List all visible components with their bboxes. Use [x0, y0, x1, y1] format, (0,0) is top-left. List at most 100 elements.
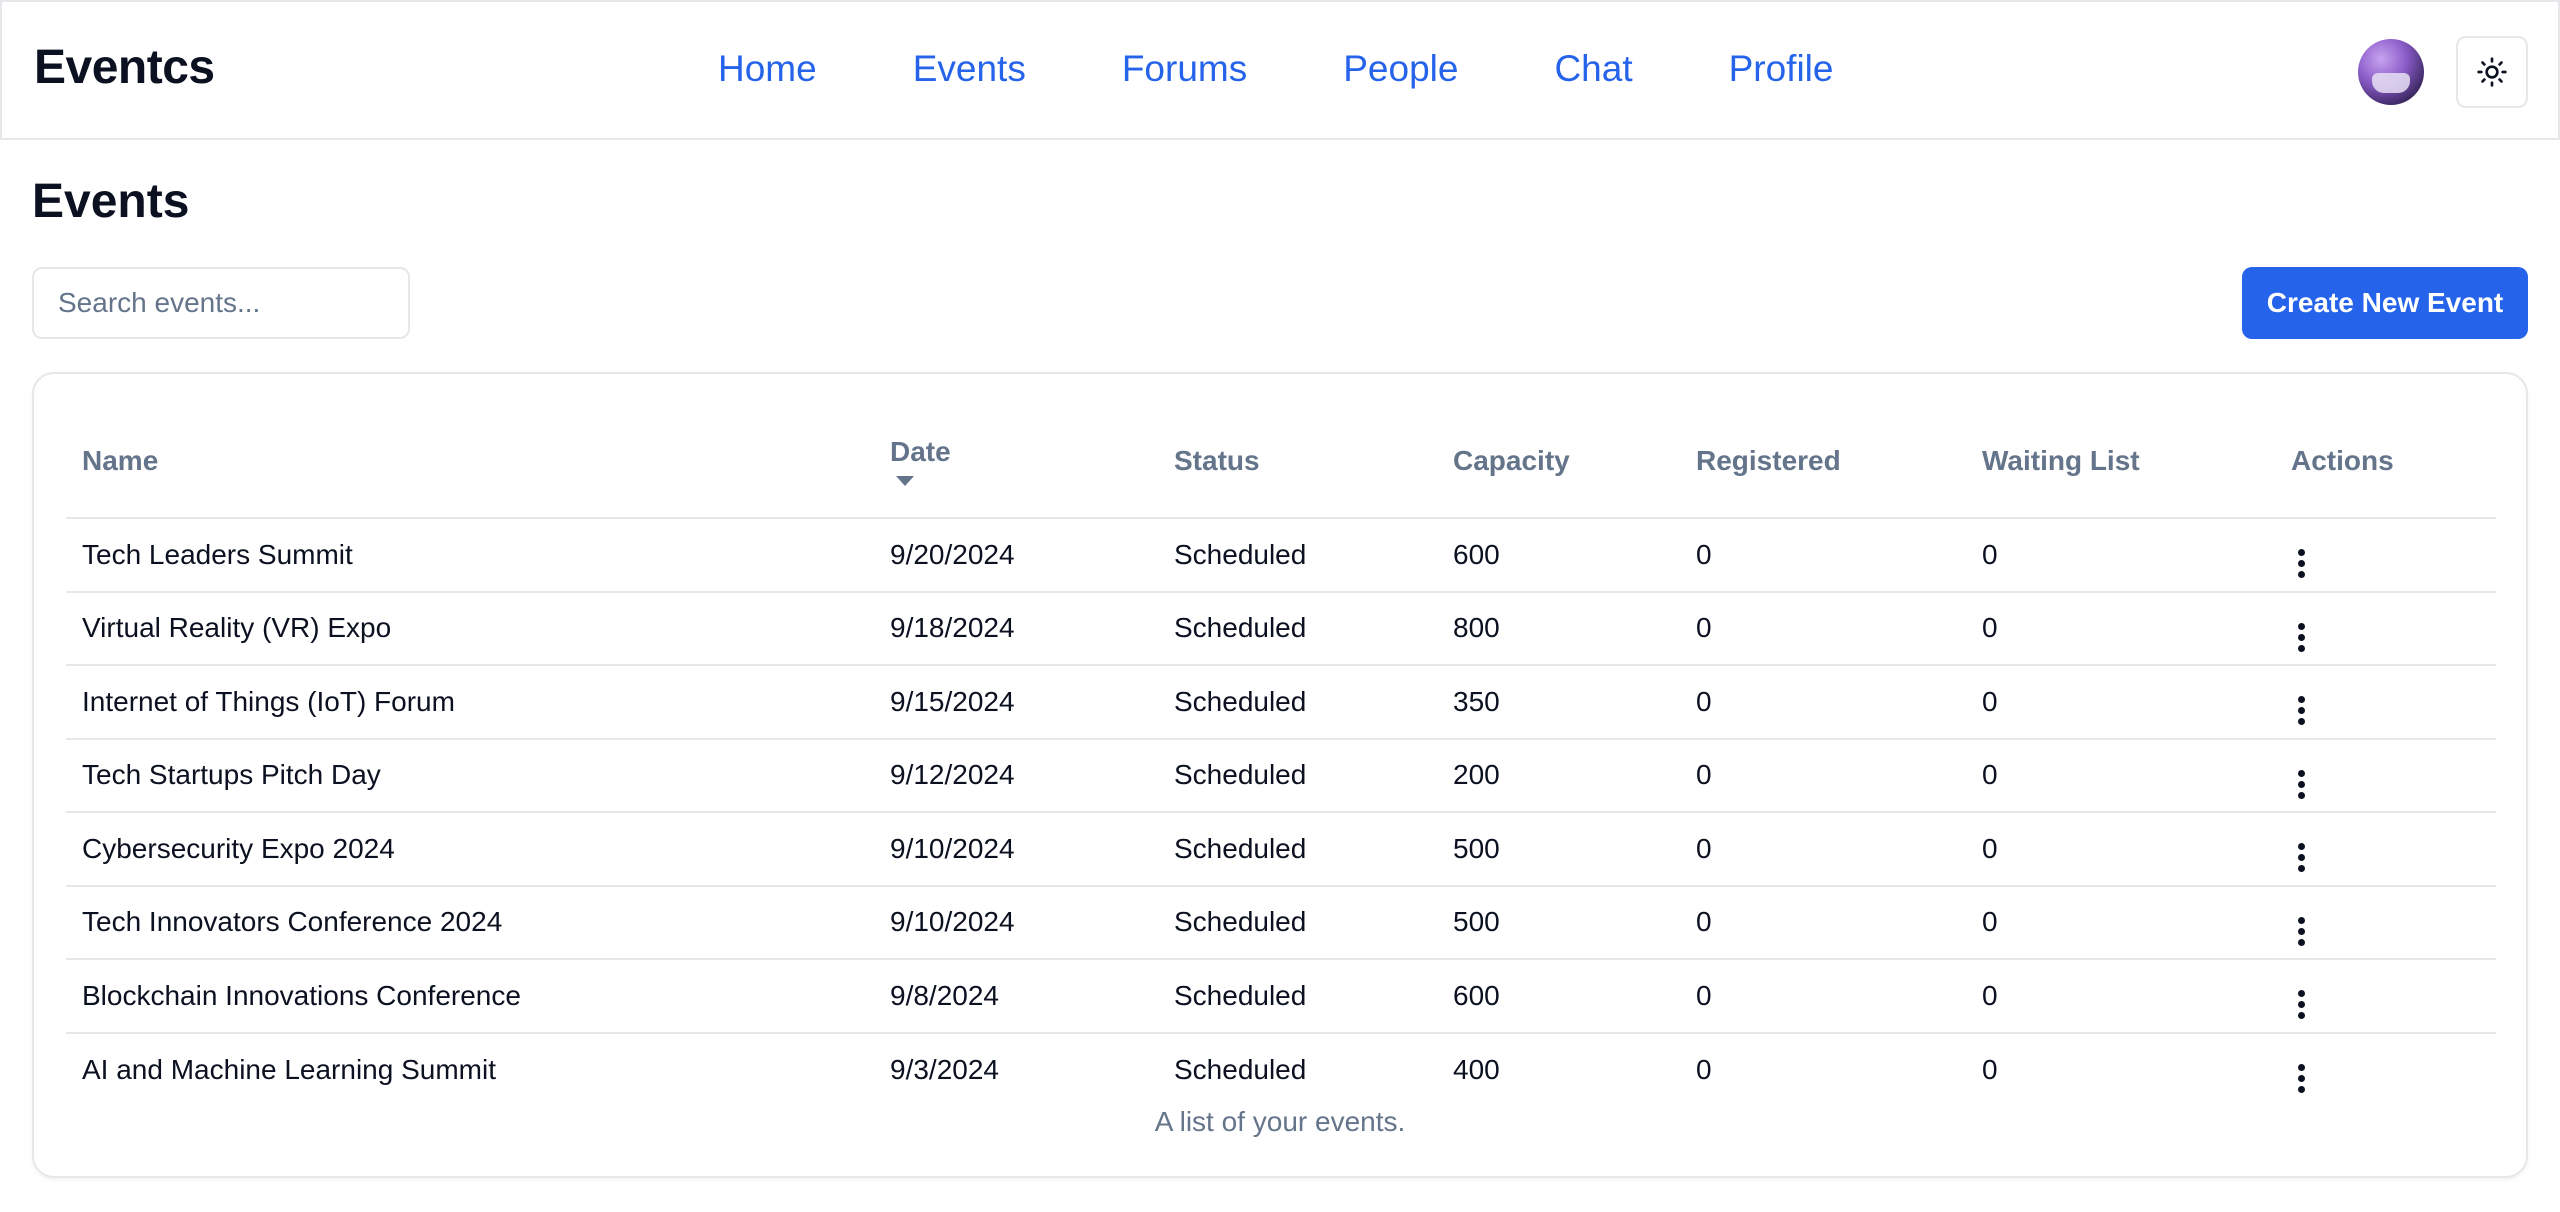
column-header-name[interactable]: Name [66, 404, 874, 519]
cell-actions [2275, 738, 2496, 813]
table-row: Cybersecurity Expo 2024 9/10/2024 Schedu… [66, 812, 2496, 887]
events-table: Name Date Status Capacity Registered Wai… [66, 404, 2496, 1106]
cell-waiting-list: 0 [1966, 591, 2275, 666]
cell-capacity: 600 [1437, 518, 1680, 593]
more-actions-icon[interactable] [2291, 769, 2311, 799]
cell-registered: 0 [1680, 959, 1966, 1034]
more-actions-icon[interactable] [2291, 990, 2311, 1020]
cell-date: 9/15/2024 [874, 665, 1158, 740]
cell-capacity: 200 [1437, 738, 1680, 813]
sort-descending-icon [896, 475, 914, 486]
cell-name: Tech Innovators Conference 2024 [66, 885, 874, 960]
cell-actions [2275, 518, 2496, 593]
column-header-capacity[interactable]: Capacity [1437, 404, 1680, 519]
cell-actions [2275, 591, 2496, 666]
column-header-date[interactable]: Date [874, 404, 1158, 519]
cell-registered: 0 [1680, 665, 1966, 740]
cell-status: Scheduled [1158, 959, 1437, 1034]
cell-date: 9/20/2024 [874, 518, 1158, 593]
column-header-date-label: Date [890, 435, 951, 467]
cell-capacity: 800 [1437, 591, 1680, 666]
nav-profile-link[interactable]: Profile [1729, 48, 1834, 90]
cell-registered: 0 [1680, 812, 1966, 887]
search-events-input[interactable] [32, 267, 410, 339]
cell-name: Tech Leaders Summit [66, 518, 874, 593]
cell-date: 9/10/2024 [874, 885, 1158, 960]
cell-name: Cybersecurity Expo 2024 [66, 812, 874, 887]
cell-status: Scheduled [1158, 518, 1437, 593]
theme-toggle-button[interactable] [2456, 36, 2528, 108]
cell-capacity: 350 [1437, 665, 1680, 740]
cell-actions [2275, 959, 2496, 1034]
main-nav: Home Events Forums People Chat Profile [718, 48, 1834, 90]
cell-waiting-list: 0 [1982, 1053, 1998, 1085]
table-row: AI and Machine Learning Summit 9/3/2024 … [66, 1033, 2496, 1107]
table-row: Virtual Reality (VR) Expo 9/18/2024 Sche… [66, 591, 2496, 666]
cell-capacity: 600 [1437, 959, 1680, 1034]
table-body: Tech Leaders Summit 9/20/2024 Scheduled … [66, 518, 2496, 1106]
cell-registered: 0 [1680, 738, 1966, 813]
more-actions-icon[interactable] [2291, 622, 2311, 652]
page-title: Events [32, 175, 190, 228]
nav-forums-link[interactable]: Forums [1122, 48, 1247, 90]
cell-status: Scheduled [1158, 591, 1437, 666]
cell-waiting-list: 0 [1966, 518, 2275, 593]
cell-waiting-list: 0 [1966, 959, 2275, 1034]
app-header: Eventcs Home Events Forums People Chat P… [0, 0, 2560, 140]
cell-actions [2275, 665, 2496, 740]
cell-actions [2275, 1033, 2496, 1107]
cell-waiting-list: 0 [1966, 665, 2275, 740]
cell-name: Virtual Reality (VR) Expo [66, 591, 874, 666]
column-header-actions: Actions [2275, 404, 2496, 519]
more-actions-icon[interactable] [2291, 696, 2311, 726]
column-header-status[interactable]: Status [1158, 404, 1437, 519]
cell-date: 9/3/2024 [890, 1053, 999, 1085]
more-actions-icon[interactable] [2291, 843, 2311, 873]
cell-date: 9/10/2024 [874, 812, 1158, 887]
nav-events-link[interactable]: Events [913, 48, 1026, 90]
more-actions-icon[interactable] [2291, 1064, 2311, 1094]
nav-home-link[interactable]: Home [718, 48, 817, 90]
cell-date: 9/12/2024 [874, 738, 1158, 813]
cell-waiting-list: 0 [1966, 812, 2275, 887]
cell-capacity: 500 [1437, 812, 1680, 887]
more-actions-icon[interactable] [2291, 916, 2311, 946]
cell-status: Scheduled [1158, 885, 1437, 960]
cell-status: Scheduled [1174, 1053, 1307, 1085]
events-table-card: Name Date Status Capacity Registered Wai… [32, 372, 2528, 1178]
cell-registered: 0 [1680, 518, 1966, 593]
cell-registered: 0 [1680, 885, 1966, 960]
table-row: Blockchain Innovations Conference 9/8/20… [66, 959, 2496, 1034]
table-row: Tech Innovators Conference 2024 9/10/202… [66, 885, 2496, 960]
table-caption: A list of your events. [1154, 1106, 1406, 1137]
table-row: Tech Startups Pitch Day 9/12/2024 Schedu… [66, 738, 2496, 813]
cell-waiting-list: 0 [1966, 738, 2275, 813]
cell-registered: 0 [1696, 1053, 1712, 1085]
cell-status: Scheduled [1158, 738, 1437, 813]
cell-status: Scheduled [1158, 812, 1437, 887]
table-row: Internet of Things (IoT) Forum 9/15/2024… [66, 665, 2496, 740]
cell-name: Tech Startups Pitch Day [66, 738, 874, 813]
cell-date: 9/18/2024 [874, 591, 1158, 666]
cell-capacity: 400 [1453, 1053, 1500, 1085]
brand-logo[interactable]: Eventcs [34, 40, 215, 95]
sun-icon [2477, 57, 2507, 87]
cell-name: AI and Machine Learning Summit [82, 1053, 496, 1085]
column-header-waiting-list[interactable]: Waiting List [1966, 404, 2275, 519]
user-avatar[interactable] [2358, 39, 2424, 105]
cell-registered: 0 [1680, 591, 1966, 666]
cell-waiting-list: 0 [1966, 885, 2275, 960]
table-header-row: Name Date Status Capacity Registered Wai… [66, 404, 2496, 519]
cell-date: 9/8/2024 [874, 959, 1158, 1034]
cell-name: Blockchain Innovations Conference [66, 959, 874, 1034]
more-actions-icon[interactable] [2291, 549, 2311, 579]
table-row: Tech Leaders Summit 9/20/2024 Scheduled … [66, 518, 2496, 593]
nav-chat-link[interactable]: Chat [1554, 48, 1632, 90]
column-header-registered[interactable]: Registered [1680, 404, 1966, 519]
cell-status: Scheduled [1158, 665, 1437, 740]
nav-people-link[interactable]: People [1343, 48, 1458, 90]
cell-capacity: 500 [1437, 885, 1680, 960]
create-new-event-button[interactable]: Create New Event [2242, 267, 2528, 339]
cell-name: Internet of Things (IoT) Forum [66, 665, 874, 740]
cell-actions [2275, 812, 2496, 887]
